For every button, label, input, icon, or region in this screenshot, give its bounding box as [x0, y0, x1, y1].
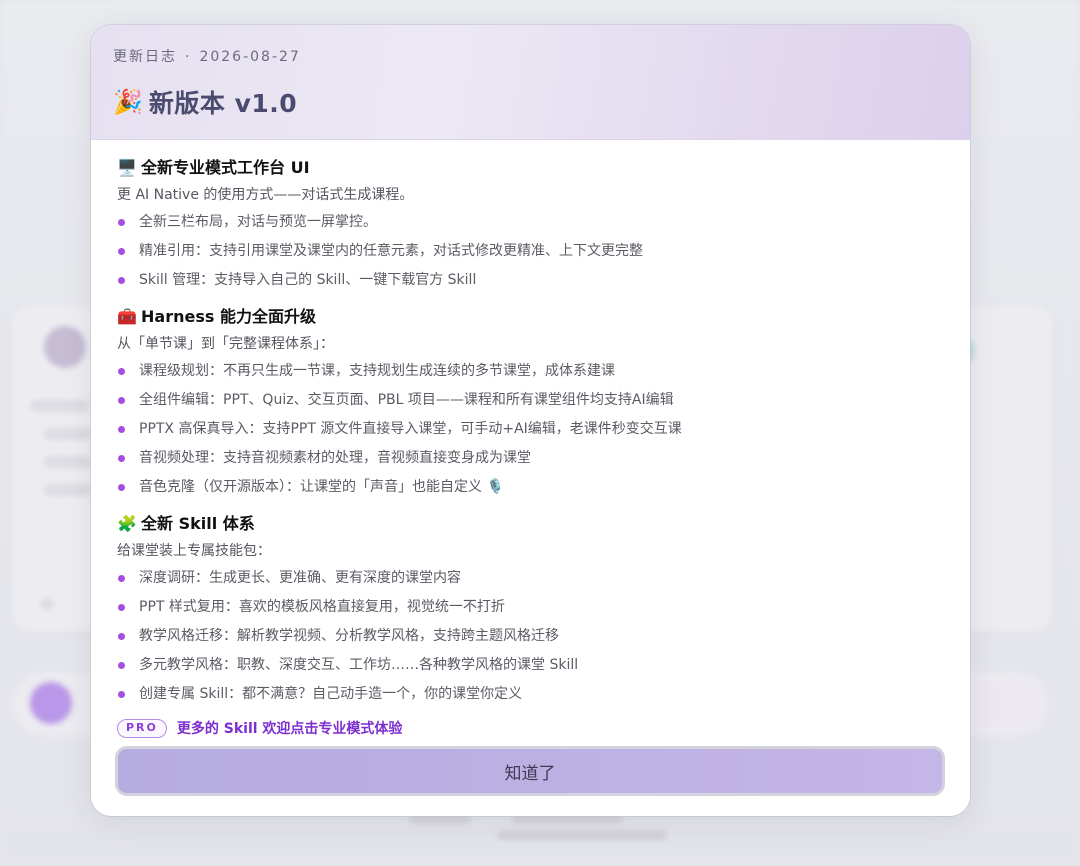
changelog-date: 2026-08-27 [199, 49, 301, 65]
list-item: 全新三栏布局，对话与预览一屏掌控。 [117, 208, 944, 237]
pro-badge: PRO [117, 718, 167, 738]
section-harness-upgrade: 🧰 Harness 能力全面升级 从「单节课」到「完整课程体系」： 课程级规划：… [117, 303, 944, 502]
section-heading: 🖥️ 全新专业模式工作台 UI [117, 154, 944, 182]
pro-mode-link[interactable]: 更多的 Skill 欢迎点击专业模式体验 [177, 718, 403, 738]
section-subtitle: 更 AI Native 的使用方式——对话式生成课程。 [117, 187, 414, 203]
changelog-tag: 更新日志 · 2026-08-27 [113, 47, 948, 67]
section-list: 深度调研：生成更长、更准确、更有深度的课堂内容 PPT 样式复用：喜欢的模板风格… [117, 564, 944, 709]
puzzle-icon: 🧩 [117, 514, 137, 533]
monitor-icon: 🖥️ [117, 158, 137, 177]
section-list: 课程级规划：不再只生成一节课，支持规划生成连续的多节课堂，成体系建课 全组件编辑… [117, 357, 944, 502]
list-item: PPT 样式复用：喜欢的模板风格直接复用，视觉统一不打折 [117, 593, 944, 622]
list-item: 音色克隆（仅开源版本）：让课堂的「声音」也能自定义 🎙️ [117, 473, 944, 502]
acknowledge-button[interactable]: 知道了 [115, 746, 945, 796]
title-row: 🎉 新版本 v1.0 [113, 85, 948, 119]
section-subtitle: 从「单节课」到「完整课程体系」： [117, 336, 334, 352]
list-item: 深度调研：生成更长、更准确、更有深度的课堂内容 [117, 564, 944, 593]
list-item: 教学风格迁移：解析教学视频、分析教学风格，支持跨主题风格迁移 [117, 622, 944, 651]
list-item: 创建专属 Skill：都不满意？自己动手造一个，你的课堂你定义 [117, 680, 944, 709]
modal-body: 🖥️ 全新专业模式工作台 UI 更 AI Native 的使用方式——对话式生成… [91, 140, 970, 741]
section-title: Harness 能力全面升级 [141, 307, 316, 326]
section-title: 全新 Skill 体系 [141, 514, 255, 533]
toolbox-icon: 🧰 [117, 307, 137, 326]
party-popper-icon: 🎉 [113, 88, 143, 116]
section-heading: 🧩 全新 Skill 体系 [117, 510, 944, 538]
section-skill-system: 🧩 全新 Skill 体系 给课堂装上专属技能包： 深度调研：生成更长、更准确、… [117, 510, 944, 709]
list-item: 精准引用：支持引用课堂及课堂内的任意元素，对话式修改更精准、上下文更完整 [117, 237, 944, 266]
list-item: 全组件编辑：PPT、Quiz、交互页面、PBL 项目——课程和所有课堂组件均支持… [117, 386, 944, 415]
pro-promo-row: PRO 更多的 Skill 欢迎点击专业模式体验 [117, 715, 944, 741]
modal-title: 新版本 v1.0 [148, 89, 298, 118]
list-item: 多元教学风格：职教、深度交互、工作坊……各种教学风格的课堂 Skill [117, 651, 944, 680]
section-workbench-ui: 🖥️ 全新专业模式工作台 UI 更 AI Native 的使用方式——对话式生成… [117, 154, 944, 295]
list-item: PPTX 高保真导入：支持PPT 源文件直接导入课堂，可手动+AI编辑，老课件秒… [117, 415, 944, 444]
section-title: 全新专业模式工作台 UI [141, 158, 310, 177]
section-heading: 🧰 Harness 能力全面升级 [117, 303, 944, 331]
section-subtitle: 给课堂装上专属技能包： [117, 543, 271, 559]
changelog-label: 更新日志 [113, 49, 177, 65]
section-list: 全新三栏布局，对话与预览一屏掌控。 精准引用：支持引用课堂及课堂内的任意元素，对… [117, 208, 944, 295]
modal-header: 更新日志 · 2026-08-27 🎉 新版本 v1.0 [91, 25, 970, 140]
list-item: Skill 管理：支持导入自己的 Skill、一键下载官方 Skill [117, 266, 944, 295]
list-item: 课程级规划：不再只生成一节课，支持规划生成连续的多节课堂，成体系建课 [117, 357, 944, 386]
changelog-modal: 更新日志 · 2026-08-27 🎉 新版本 v1.0 🖥️ 全新专业模式工作… [91, 25, 970, 816]
changelog-separator: · [185, 49, 192, 65]
list-item: 音视频处理：支持音视频素材的处理，音视频直接变身成为课堂 [117, 444, 944, 473]
